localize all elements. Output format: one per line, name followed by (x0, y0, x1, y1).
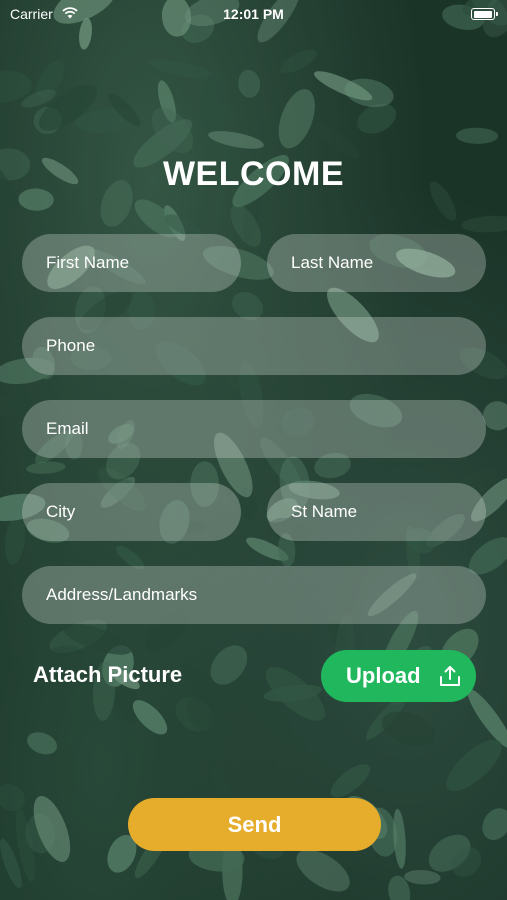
last-name-placeholder: Last Name (291, 253, 374, 272)
address-input[interactable]: Address/Landmarks (22, 566, 486, 624)
battery-icon (471, 8, 498, 20)
send-button-label: Send (227, 811, 282, 837)
upload-button-label: Upload (346, 663, 421, 688)
email-placeholder: Email (46, 419, 89, 438)
email-input[interactable]: Email (22, 400, 486, 458)
attach-picture-label: Attach Picture (33, 662, 183, 687)
upload-icon (438, 664, 462, 694)
upload-button[interactable]: Upload (321, 650, 476, 702)
street-name-placeholder: St Name (291, 502, 358, 521)
status-time: 12:01 PM (223, 6, 284, 22)
send-button[interactable]: Send (128, 798, 381, 851)
city-input[interactable]: City (22, 483, 241, 541)
phone-input[interactable]: Phone (22, 317, 486, 375)
last-name-input[interactable]: Last Name (267, 234, 486, 292)
street-name-input[interactable]: St Name (267, 483, 486, 541)
first-name-placeholder: First Name (46, 253, 130, 272)
status-bar: Carrier 12:01 PM (0, 0, 507, 28)
phone-placeholder: Phone (46, 336, 96, 355)
city-placeholder: City (46, 502, 76, 521)
page-title: WELCOME (162, 155, 345, 193)
address-placeholder: Address/Landmarks (46, 585, 198, 604)
first-name-input[interactable]: First Name (22, 234, 241, 292)
